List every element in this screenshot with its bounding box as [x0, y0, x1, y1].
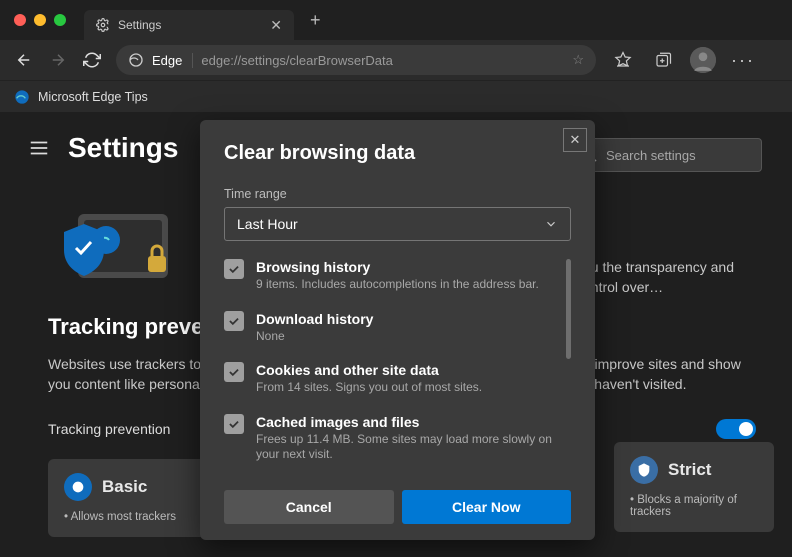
- clear-now-button[interactable]: Clear Now: [402, 490, 572, 524]
- window-titlebar: Settings ✕ +: [0, 0, 792, 40]
- browser-tab[interactable]: Settings ✕: [84, 10, 294, 40]
- bookmark-item[interactable]: Microsoft Edge Tips: [38, 90, 148, 104]
- checkbox-cache[interactable]: [224, 414, 244, 434]
- forward-button[interactable]: [48, 50, 68, 70]
- browser-toolbar: Edge edge://settings/clearBrowserData ☆ …: [0, 40, 792, 80]
- profile-button[interactable]: [690, 47, 716, 73]
- item-title: Cookies and other site data: [256, 362, 482, 378]
- plan-strict-bullet: • Blocks a majority of trackers: [630, 494, 758, 518]
- list-item: Download history None: [224, 311, 571, 345]
- checkbox-download-history[interactable]: [224, 311, 244, 331]
- tab-title: Settings: [118, 18, 161, 32]
- plan-strict-card[interactable]: Strict • Blocks a majority of trackers: [614, 442, 774, 532]
- settings-search[interactable]: Search settings: [572, 138, 762, 172]
- item-desc: 9 items. Includes autocompletions in the…: [256, 277, 539, 293]
- refresh-button[interactable]: [82, 50, 102, 70]
- close-tab-icon[interactable]: ✕: [270, 17, 282, 34]
- list-item: Cached images and files Frees up 11.4 MB…: [224, 414, 571, 463]
- page-title: Settings: [68, 132, 178, 164]
- plan-strict-name: Strict: [668, 460, 711, 480]
- minimize-window-button[interactable]: [34, 14, 46, 26]
- favorite-icon[interactable]: ☆: [572, 52, 584, 68]
- maximize-window-button[interactable]: [54, 14, 66, 26]
- checkbox-browsing-history[interactable]: [224, 259, 244, 279]
- dialog-title: Clear browsing data: [224, 142, 571, 165]
- chevron-down-icon: [544, 217, 558, 231]
- address-url: edge://settings/clearBrowserData: [201, 53, 392, 68]
- more-menu-icon[interactable]: ···: [730, 47, 756, 73]
- item-desc: From 14 sites. Signs you out of most sit…: [256, 380, 482, 396]
- dialog-items-list: Browsing history 9 items. Includes autoc…: [224, 259, 571, 480]
- checkbox-cookies[interactable]: [224, 362, 244, 382]
- basic-plan-icon: [64, 473, 92, 501]
- time-range-select[interactable]: Last Hour: [224, 207, 571, 241]
- collections-icon[interactable]: [650, 47, 676, 73]
- traffic-lights: [14, 14, 66, 26]
- new-tab-button[interactable]: +: [310, 10, 321, 31]
- item-title: Browsing history: [256, 259, 539, 275]
- favorites-icon[interactable]: [610, 47, 636, 73]
- plan-basic-name: Basic: [102, 477, 147, 497]
- time-range-label: Time range: [224, 187, 571, 201]
- dialog-close-button[interactable]: ✕: [563, 128, 587, 152]
- edge-bookmark-icon: [14, 89, 30, 105]
- close-window-button[interactable]: [14, 14, 26, 26]
- list-item: Browsing history 9 items. Includes autoc…: [224, 259, 571, 293]
- search-placeholder: Search settings: [606, 148, 696, 163]
- cancel-button[interactable]: Cancel: [224, 490, 394, 524]
- edge-icon: [128, 52, 144, 68]
- shield-illustration: [48, 204, 188, 294]
- tracking-prevention-label: Tracking prevention: [48, 421, 170, 437]
- address-bar[interactable]: Edge edge://settings/clearBrowserData ☆: [116, 45, 596, 75]
- tracking-prevention-toggle[interactable]: [716, 419, 756, 439]
- clear-data-dialog: ✕ Clear browsing data Time range Last Ho…: [200, 120, 595, 540]
- peek-text: you the transparency and control over…: [576, 257, 756, 298]
- item-desc: Frees up 11.4 MB. Some sites may load mo…: [256, 432, 561, 463]
- scrollbar-thumb[interactable]: [566, 259, 571, 359]
- item-title: Cached images and files: [256, 414, 561, 430]
- time-range-value: Last Hour: [237, 216, 298, 232]
- strict-plan-icon: [630, 456, 658, 484]
- item-desc: None: [256, 329, 373, 345]
- back-button[interactable]: [14, 50, 34, 70]
- menu-icon[interactable]: [28, 137, 50, 159]
- list-item: Cookies and other site data From 14 site…: [224, 362, 571, 396]
- address-origin: Edge: [152, 53, 193, 68]
- gear-icon: [96, 18, 110, 32]
- bookmark-bar: Microsoft Edge Tips: [0, 80, 792, 112]
- item-title: Download history: [256, 311, 373, 327]
